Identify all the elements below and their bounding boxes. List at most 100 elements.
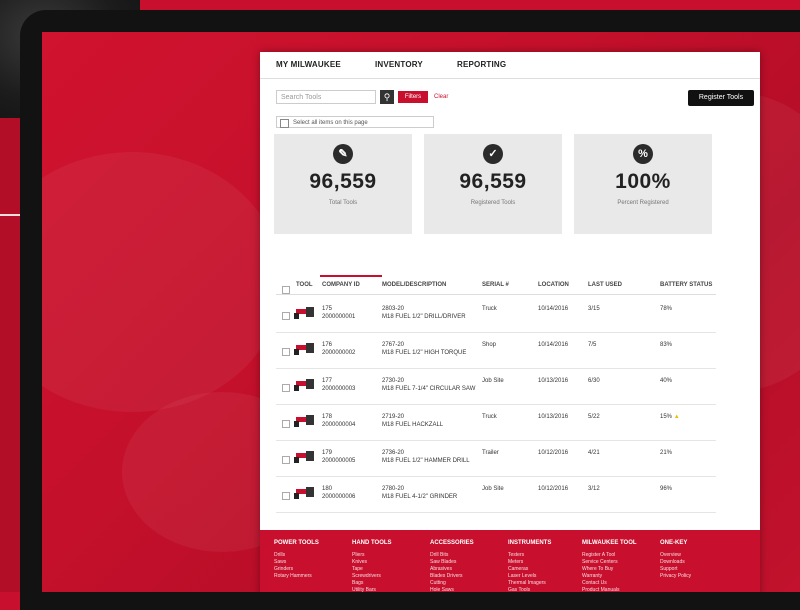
stat-label: Percent Registered bbox=[617, 200, 669, 206]
footer-link[interactable]: Gas Tools bbox=[508, 587, 578, 592]
select-all-checkbox[interactable] bbox=[280, 119, 289, 128]
footer-link[interactable]: Downloads bbox=[660, 559, 730, 566]
footer-link[interactable]: Where To Buy bbox=[582, 566, 652, 573]
register-tools-button[interactable]: Register Tools bbox=[688, 90, 754, 106]
footer-link[interactable]: Drill Bits bbox=[430, 552, 500, 559]
column-header[interactable]: SERIAL # bbox=[482, 282, 509, 288]
wrench-icon: ✎ bbox=[333, 144, 353, 164]
warning-icon: ▲ bbox=[673, 414, 680, 420]
search-button[interactable]: ⚲ bbox=[380, 90, 394, 104]
table-row[interactable]: 179 2000000005 2736-20 M18 FUEL 1/2" HAMMER… bbox=[276, 440, 716, 477]
last-used: 10/14/2016 bbox=[538, 342, 569, 348]
table-row[interactable]: 178 2000000004 2719-20 M18 FUEL HACKZALL Tru… bbox=[276, 404, 716, 441]
footer-heading: POWER TOOLS bbox=[274, 540, 319, 546]
table-row[interactable]: 176 2000000002 2767-20 M18 FUEL 1/2" HIGH T… bbox=[276, 332, 716, 369]
model-description: 2803-20 M18 FUEL 1/2" DRILL/DRIVER bbox=[382, 306, 466, 320]
check-icon: ✓ bbox=[483, 144, 503, 164]
company-id: 175 2000000001 bbox=[322, 306, 356, 320]
footer-link[interactable]: Laser Levels bbox=[508, 573, 578, 580]
stats-panel: ✎ 96,559 Total Tools ✓ 96,559 Registered… bbox=[274, 134, 714, 234]
column-header[interactable]: TOOL bbox=[296, 282, 313, 288]
serial-count: 3/15 bbox=[588, 306, 600, 312]
company-id: 177 2000000003 bbox=[322, 378, 356, 392]
footer-heading: INSTRUMENTS bbox=[508, 540, 552, 546]
tab-reporting[interactable]: REPORTING bbox=[457, 52, 506, 78]
company-id: 178 2000000004 bbox=[322, 414, 356, 428]
tool-thumbnail bbox=[294, 306, 316, 322]
last-used: 10/12/2016 bbox=[538, 486, 569, 492]
percent-icon: % bbox=[633, 144, 653, 164]
footer-link[interactable]: Cutting bbox=[430, 580, 500, 587]
row-checkbox[interactable] bbox=[282, 492, 290, 500]
footer-link[interactable]: Contact Us bbox=[582, 580, 652, 587]
footer-link[interactable]: Testers bbox=[508, 552, 578, 559]
footer-column: ACCESSORIES Drill Bits Saw Blades Abrasives… bbox=[430, 540, 500, 592]
location: Job Site bbox=[482, 486, 504, 492]
footer-link[interactable]: Saws bbox=[274, 559, 344, 566]
footer-link[interactable]: Product Manuals bbox=[582, 587, 652, 592]
footer-link[interactable]: Screwdrivers bbox=[352, 573, 422, 580]
footer-link[interactable]: Hole Saws bbox=[430, 587, 500, 592]
column-header[interactable]: MODEL/DESCRIPTION bbox=[382, 282, 446, 288]
footer-link[interactable]: Support bbox=[660, 566, 730, 573]
app-window: MY MILWAUKEE INVENTORY REPORTING Search … bbox=[260, 52, 760, 592]
footer-link[interactable]: Cameras bbox=[508, 566, 578, 573]
location: Truck bbox=[482, 306, 497, 312]
table-row[interactable]: 175 2000000001 2803-20 M18 FUEL 1/2" DRILL/… bbox=[276, 296, 716, 333]
footer-link[interactable]: Drills bbox=[274, 552, 344, 559]
footer-link[interactable]: Meters bbox=[508, 559, 578, 566]
footer-link[interactable]: Tape bbox=[352, 566, 422, 573]
footer-link[interactable]: Grinders bbox=[274, 566, 344, 573]
table-row[interactable]: 177 2000000003 2730-20 M18 FUEL 7-1/4" CIRC… bbox=[276, 368, 716, 405]
serial-count: 7/5 bbox=[588, 342, 597, 348]
location: Shop bbox=[482, 342, 497, 348]
toolbar: Search Tools ⚲ Filters Clear Register To… bbox=[276, 90, 754, 106]
column-header[interactable]: BATTERY STATUS bbox=[660, 282, 712, 288]
row-checkbox[interactable] bbox=[282, 420, 290, 428]
footer-link[interactable]: Rotary Hammers bbox=[274, 573, 344, 580]
footer-column: HAND TOOLS Pliers Knives Tape Screwdrivers Ba… bbox=[352, 540, 422, 592]
footer-link[interactable]: Saw Blades bbox=[430, 559, 500, 566]
footer-link[interactable]: Register A Tool bbox=[582, 552, 652, 559]
footer-column: ONE-KEY Overview Downloads Support Privacy P… bbox=[660, 540, 730, 580]
search-input[interactable]: Search Tools bbox=[276, 90, 376, 104]
last-used: 10/12/2016 bbox=[538, 450, 569, 456]
column-header[interactable]: LOCATION bbox=[538, 282, 569, 288]
model-description: 2767-20 M18 FUEL 1/2" HIGH TORQUE bbox=[382, 342, 467, 356]
last-used: 10/14/2016 bbox=[538, 306, 569, 312]
select-all-label: Select all items on this page bbox=[293, 120, 368, 126]
footer-link[interactable]: Thermal Imagers bbox=[508, 580, 578, 587]
footer-link[interactable]: Warranty bbox=[582, 573, 652, 580]
company-id: 180 2000000006 bbox=[322, 486, 356, 500]
battery-status: 78% bbox=[660, 306, 673, 312]
tab-bar: MY MILWAUKEE INVENTORY REPORTING bbox=[260, 52, 760, 79]
footer-link[interactable]: Knives bbox=[352, 559, 422, 566]
row-checkbox[interactable] bbox=[282, 348, 290, 356]
serial-count: 6/30 bbox=[588, 378, 600, 384]
clear-filters-link[interactable]: Clear bbox=[434, 91, 448, 103]
footer-link[interactable]: Service Centers bbox=[582, 559, 652, 566]
select-all-control[interactable]: Select all items on this page bbox=[276, 116, 434, 128]
footer-link[interactable]: Overview bbox=[660, 552, 730, 559]
table-row[interactable]: 180 2000000006 2780-20 M18 FUEL 4-1/2" GRIN… bbox=[276, 476, 716, 513]
row-checkbox[interactable] bbox=[282, 456, 290, 464]
column-header[interactable]: COMPANY ID bbox=[322, 282, 360, 288]
header-checkbox[interactable] bbox=[282, 286, 290, 294]
tool-thumbnail bbox=[294, 378, 316, 394]
footer-link[interactable]: Utility Bars bbox=[352, 587, 422, 592]
footer-link[interactable]: Privacy Policy bbox=[660, 573, 730, 580]
footer-link[interactable]: Pliers bbox=[352, 552, 422, 559]
stat-label: Registered Tools bbox=[470, 200, 516, 206]
filters-button[interactable]: Filters bbox=[398, 91, 428, 103]
stat-value: 96,559 bbox=[459, 170, 527, 193]
row-checkbox[interactable] bbox=[282, 384, 290, 392]
column-header[interactable]: LAST USED bbox=[588, 282, 622, 288]
tab-my-milwaukee[interactable]: MY MILWAUKEE bbox=[276, 52, 341, 78]
row-checkbox[interactable] bbox=[282, 312, 290, 320]
footer-link[interactable]: Blades Drivers bbox=[430, 573, 500, 580]
footer-link[interactable]: Bags bbox=[352, 580, 422, 587]
footer-column: MILWAUKEE TOOL Register A Tool Service Cen… bbox=[582, 540, 652, 592]
tab-inventory[interactable]: INVENTORY bbox=[375, 52, 423, 78]
footer-link[interactable]: Abrasives bbox=[430, 566, 500, 573]
model-description: 2780-20 M18 FUEL 4-1/2" GRINDER bbox=[382, 486, 458, 500]
